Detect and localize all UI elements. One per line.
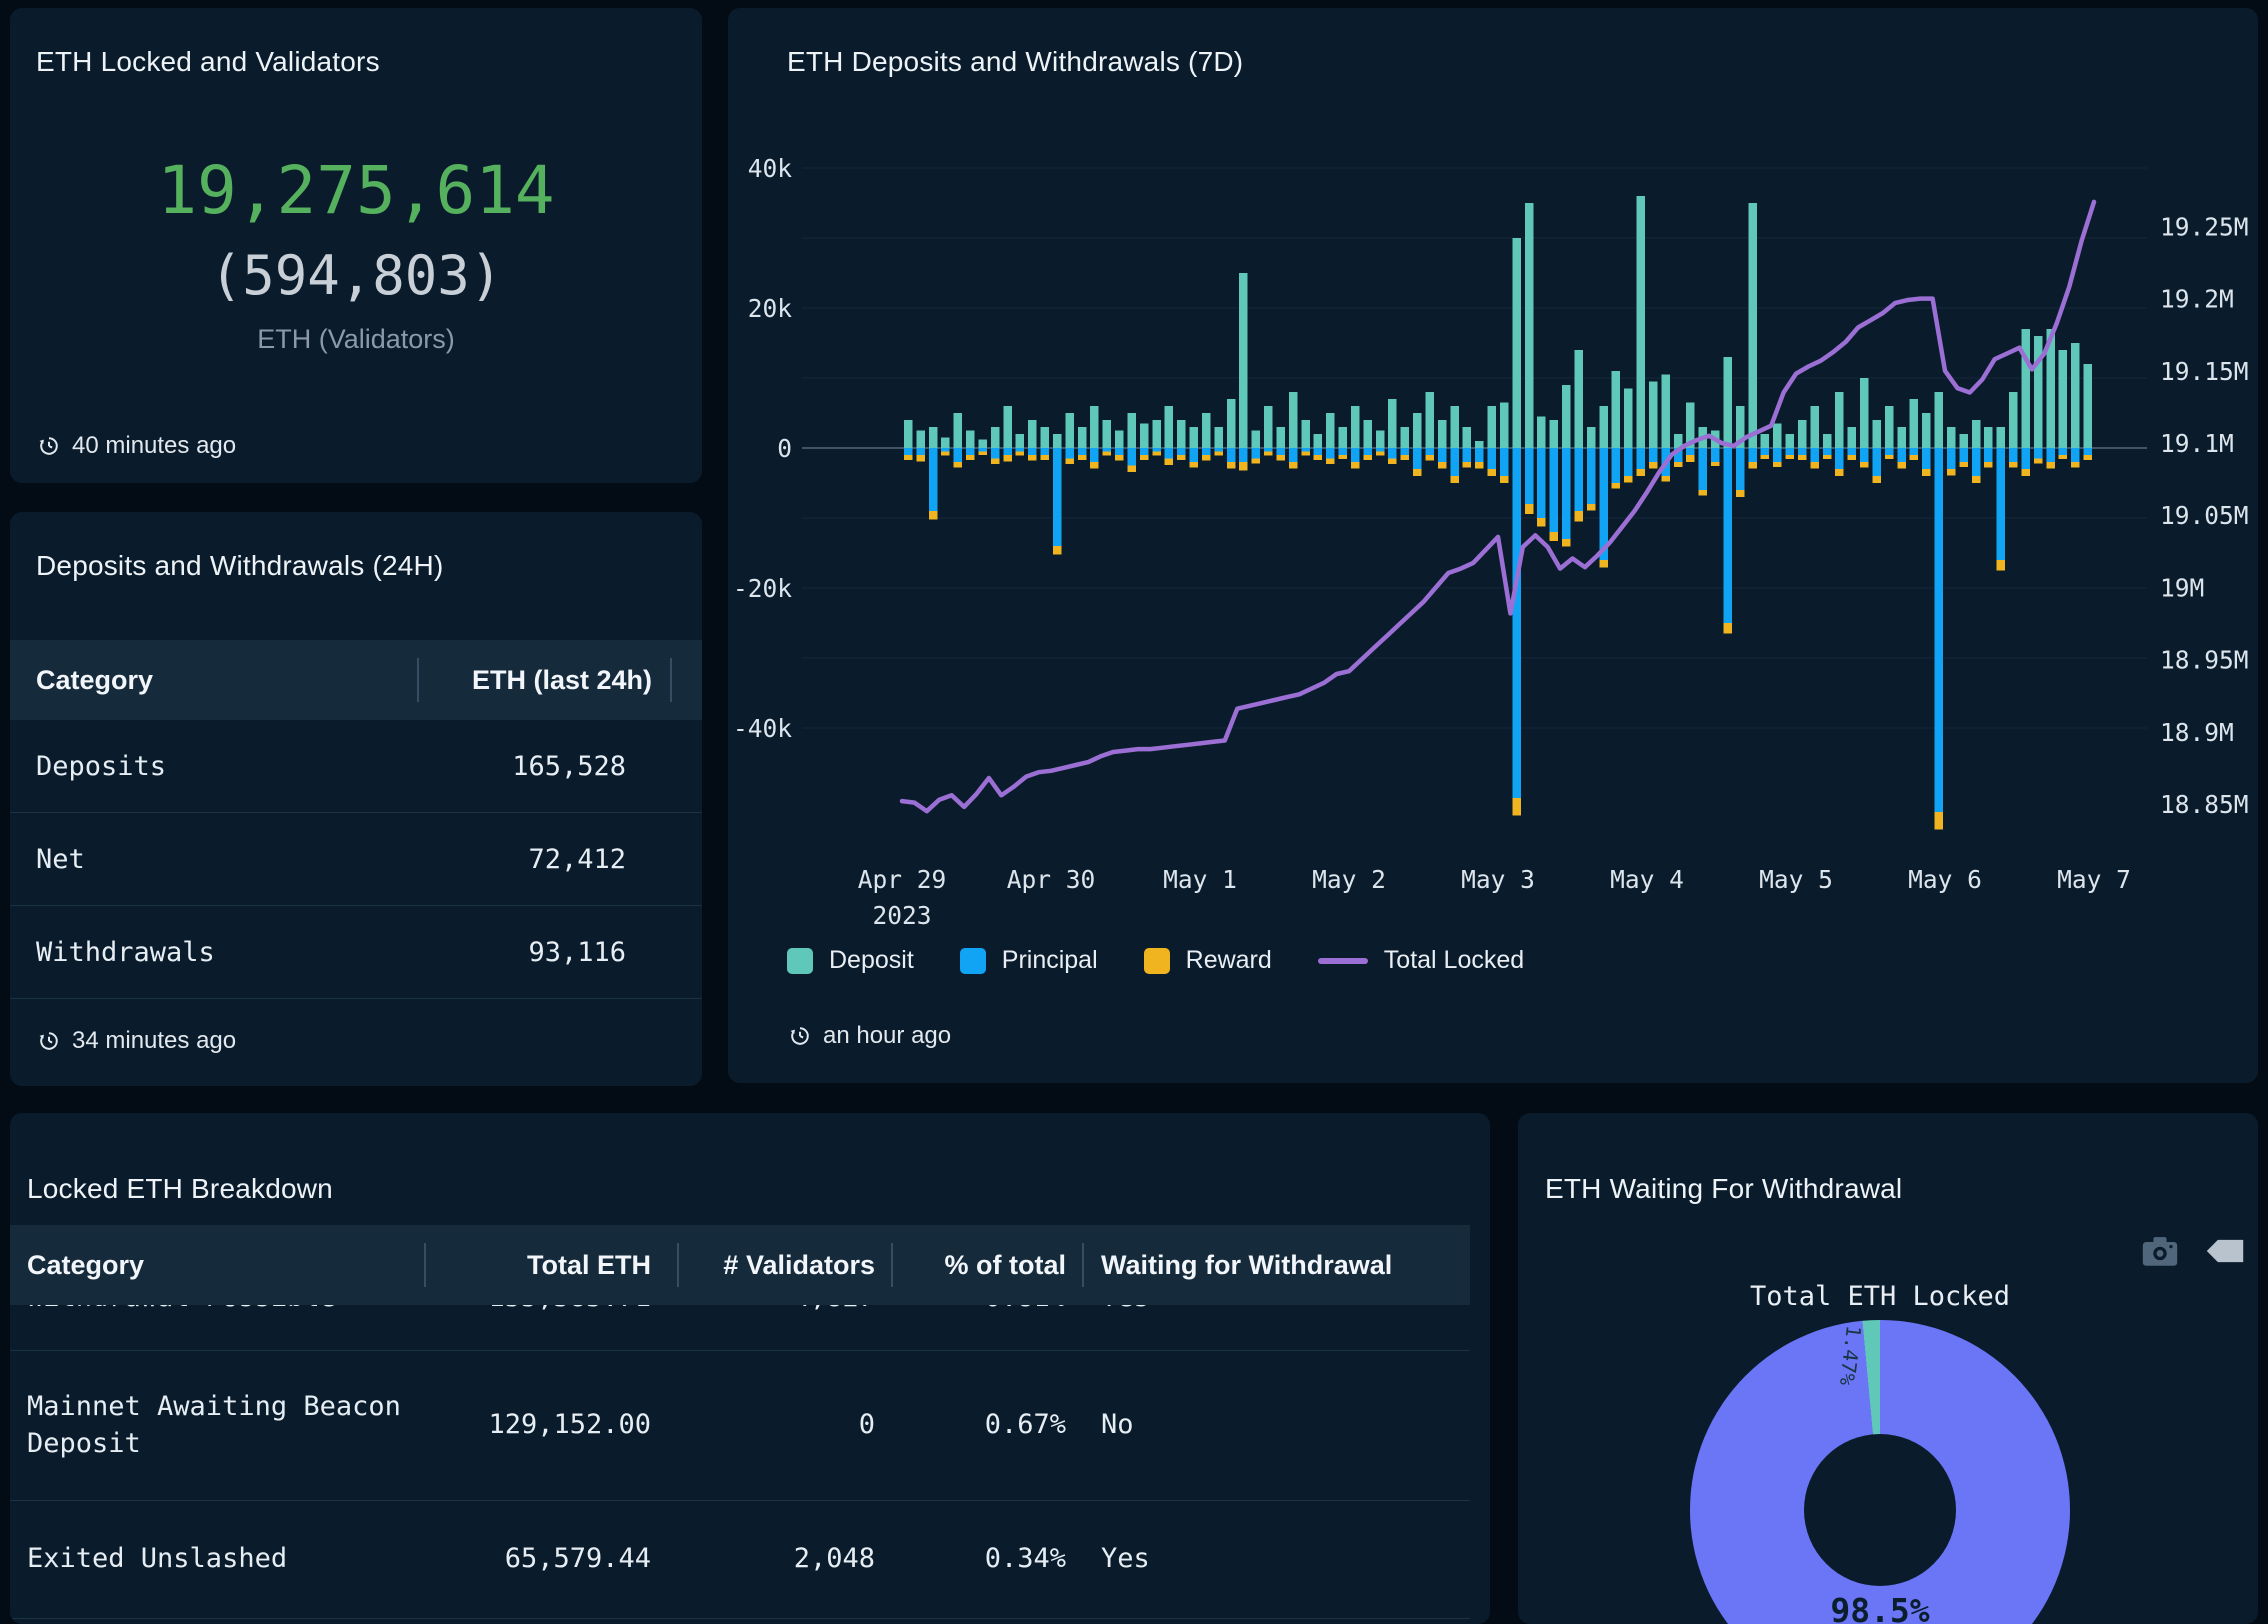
card-eth-waiting-for-withdrawal: ETH Waiting For Withdrawal Total ETH Loc…	[1518, 1113, 2258, 1624]
camera-icon[interactable]	[2140, 1233, 2180, 1269]
donut-hole	[1804, 1434, 1956, 1586]
table-header: Category ETH (last 24h)	[10, 640, 702, 720]
card-title: Locked ETH Breakdown	[27, 1173, 333, 1205]
reward-swatch-icon	[1144, 948, 1170, 974]
last-updated-text: an hour ago	[823, 1022, 951, 1050]
svg-text:19M: 19M	[2160, 573, 2204, 602]
last-updated: 34 minutes ago	[36, 1027, 236, 1055]
history-icon	[787, 1023, 813, 1049]
svg-text:18.95M: 18.95M	[2160, 646, 2249, 675]
svg-text:May 5: May 5	[1759, 865, 1833, 894]
svg-text:2023: 2023	[872, 901, 931, 930]
svg-text:20k: 20k	[748, 294, 793, 323]
col-category: Category	[10, 640, 417, 720]
svg-text:19.2M: 19.2M	[2160, 285, 2234, 314]
col-waiting-for-withdrawal: Waiting for Withdrawal	[1082, 1225, 1450, 1305]
last-updated-text: 40 minutes ago	[72, 432, 236, 460]
table-row: Exited Unslashed 65,579.44 2,048 0.34% Y…	[10, 1501, 1470, 1619]
svg-text:Apr 29: Apr 29	[858, 865, 947, 894]
card-locked-eth-breakdown: Locked ETH Breakdown Category Total ETH …	[10, 1113, 1490, 1624]
bar-line-chart-plot[interactable]: 40k 20k 0 -20k -40k 19.25M 19.2M 19.15M 19.1M 19.…	[728, 8, 2258, 1083]
chart-legend: Deposit Principal Reward Total Locked	[787, 946, 1524, 975]
svg-text:May 6: May 6	[1908, 865, 1982, 894]
card-eth-locked: ETH Locked and Validators 19,275,614 (59…	[10, 8, 702, 483]
svg-text:0: 0	[777, 434, 792, 463]
history-icon	[36, 433, 62, 459]
svg-text:19.1M: 19.1M	[2160, 429, 2234, 458]
table-row: Deposits 165,528	[10, 720, 702, 813]
svg-text:May 4: May 4	[1610, 865, 1684, 894]
svg-text:Apr 30: Apr 30	[1007, 865, 1096, 894]
col-category: Category	[10, 1225, 424, 1305]
svg-text:19.25M: 19.25M	[2160, 212, 2249, 241]
eth-locked-value: 19,275,614	[10, 152, 702, 229]
card-title: ETH Locked and Validators	[36, 46, 380, 78]
col-pct-of-total: % of total	[891, 1225, 1082, 1305]
svg-text:May 1: May 1	[1163, 865, 1237, 894]
legend-item-total-locked[interactable]: Total Locked	[1318, 946, 1524, 975]
table-header: Category Total ETH # Validators % of tot…	[10, 1225, 1470, 1305]
card-title: Deposits and Withdrawals (24H)	[36, 550, 444, 582]
last-updated: 40 minutes ago	[36, 432, 236, 460]
legend-item-reward[interactable]: Reward	[1144, 946, 1272, 975]
col-total-eth: Total ETH	[424, 1225, 677, 1305]
svg-text:May 2: May 2	[1312, 865, 1386, 894]
breakdown-table[interactable]: Category Total ETH # Validators % of tot…	[10, 1225, 1470, 1624]
legend-item-principal[interactable]: Principal	[960, 946, 1098, 975]
donut-title: Total ETH Locked	[1518, 1281, 2242, 1312]
donut-slice-big-label: 98.5%	[1780, 1591, 1980, 1624]
history-icon	[36, 1028, 62, 1054]
svg-text:19.15M: 19.15M	[2160, 357, 2249, 386]
svg-text:-20k: -20k	[733, 574, 792, 603]
svg-text:18.9M: 18.9M	[2160, 718, 2234, 747]
validators-count: (594,803)	[10, 244, 702, 307]
col-validators: # Validators	[677, 1225, 891, 1305]
total-locked-line-icon	[1318, 958, 1368, 964]
svg-text:-40k: -40k	[733, 714, 792, 743]
counter-sublabel: ETH (Validators)	[10, 324, 702, 355]
svg-text:18.85M: 18.85M	[2160, 790, 2249, 819]
svg-text:May 7: May 7	[2057, 865, 2131, 894]
card-deposits-withdrawals-24h: Deposits and Withdrawals (24H) Category …	[10, 512, 702, 1086]
table-row	[10, 1619, 1470, 1624]
tag-icon[interactable]	[2206, 1237, 2244, 1265]
table-row: Net 72,412	[10, 813, 702, 906]
deposit-swatch-icon	[787, 948, 813, 974]
col-eth-last-24h: ETH (last 24h)	[417, 640, 692, 720]
card-title: ETH Waiting For Withdrawal	[1545, 1173, 1902, 1205]
card-deposits-withdrawals-7d-chart: ETH Deposits and Withdrawals (7D) 40k20k…	[728, 8, 2258, 1083]
last-updated-text: 34 minutes ago	[72, 1027, 236, 1055]
last-updated: an hour ago	[787, 1022, 951, 1050]
svg-text:19.05M: 19.05M	[2160, 501, 2249, 530]
dw24-table: Category ETH (last 24h) Deposits 165,528…	[10, 640, 702, 999]
table-row: Withdrawals 93,116	[10, 906, 702, 999]
svg-text:40k: 40k	[748, 154, 793, 183]
svg-text:May 3: May 3	[1461, 865, 1535, 894]
panel-toolbar	[2140, 1233, 2244, 1269]
legend-item-deposit[interactable]: Deposit	[787, 946, 914, 975]
principal-swatch-icon	[960, 948, 986, 974]
table-row: Mainnet Awaiting Beacon Deposit 129,152.…	[10, 1351, 1470, 1501]
